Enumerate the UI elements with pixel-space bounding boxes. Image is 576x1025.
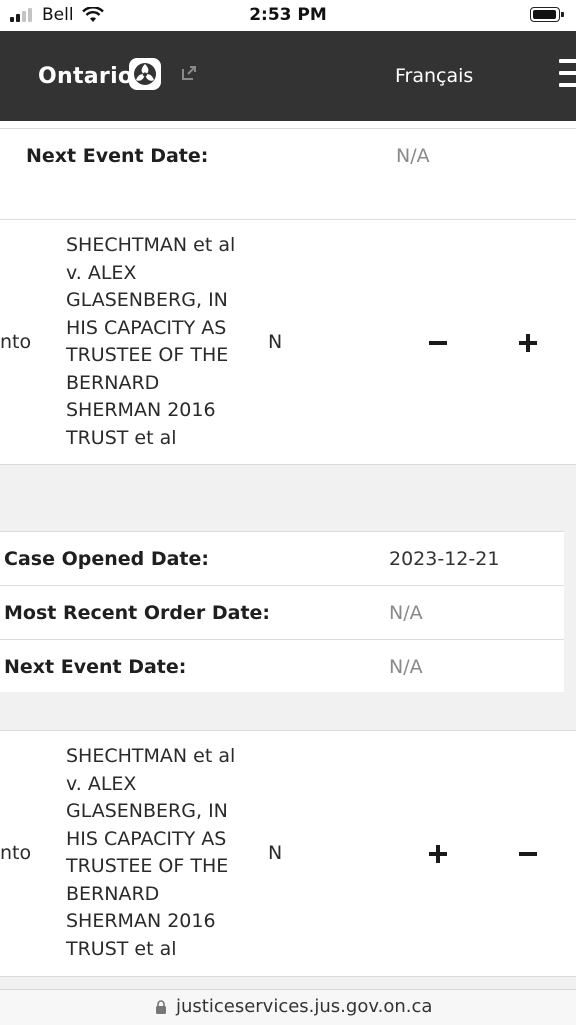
case-opened-date-value: 2023-12-21 [389, 548, 500, 570]
court-location-cell: nto [0, 331, 32, 353]
site-header: Ontario Français [0, 31, 576, 121]
case-list: Next Event Date: N/A nto SHECHTMAN et al… [0, 121, 576, 989]
next-event-date-label: Next Event Date: [4, 656, 187, 678]
case-name-cell: SHECHTMAN et al v. ALEX GLASENBERG, IN H… [66, 234, 236, 449]
clock: 2:53 PM [249, 5, 327, 25]
table-row[interactable]: nto SHECHTMAN et al v. ALEX GLASENBERG, … [0, 219, 576, 465]
case-opened-date-label: Case Opened Date: [4, 548, 210, 570]
lock-icon [156, 1000, 166, 1014]
browser-url-bar[interactable]: justiceservices.jus.gov.on.ca [0, 989, 576, 1025]
battery-icon [530, 7, 564, 22]
flag-cell: N [268, 842, 283, 864]
table-row[interactable]: nto SHECHTMAN et al v. ALEX GLASENBERG, … [0, 730, 576, 977]
next-event-date-value: N/A [389, 656, 423, 678]
hamburger-menu-icon[interactable] [559, 59, 576, 91]
ontario-trillium-logo-icon[interactable] [129, 58, 161, 90]
ontario-logo-text[interactable]: Ontario [38, 64, 133, 89]
language-toggle-link[interactable]: Français [395, 65, 473, 87]
next-event-date-value: N/A [396, 145, 430, 167]
status-bar: Bell 2:53 PM [0, 0, 576, 31]
detail-panel-top: Next Event Date: N/A [0, 121, 576, 219]
url-text[interactable]: justiceservices.jus.gov.on.ca [176, 996, 432, 1017]
case-details-panel: Case Opened Date: 2023-12-21 Most Recent… [0, 531, 564, 692]
most-recent-order-date-label: Most Recent Order Date: [4, 602, 271, 624]
flag-cell: N [268, 331, 283, 353]
case-name-cell: SHECHTMAN et al v. ALEX GLASENBERG, IN H… [66, 745, 236, 960]
external-link-icon[interactable] [181, 65, 197, 81]
court-location-cell: nto [0, 842, 32, 864]
next-event-date-label: Next Event Date: [26, 145, 209, 167]
most-recent-order-date-value: N/A [389, 602, 423, 624]
